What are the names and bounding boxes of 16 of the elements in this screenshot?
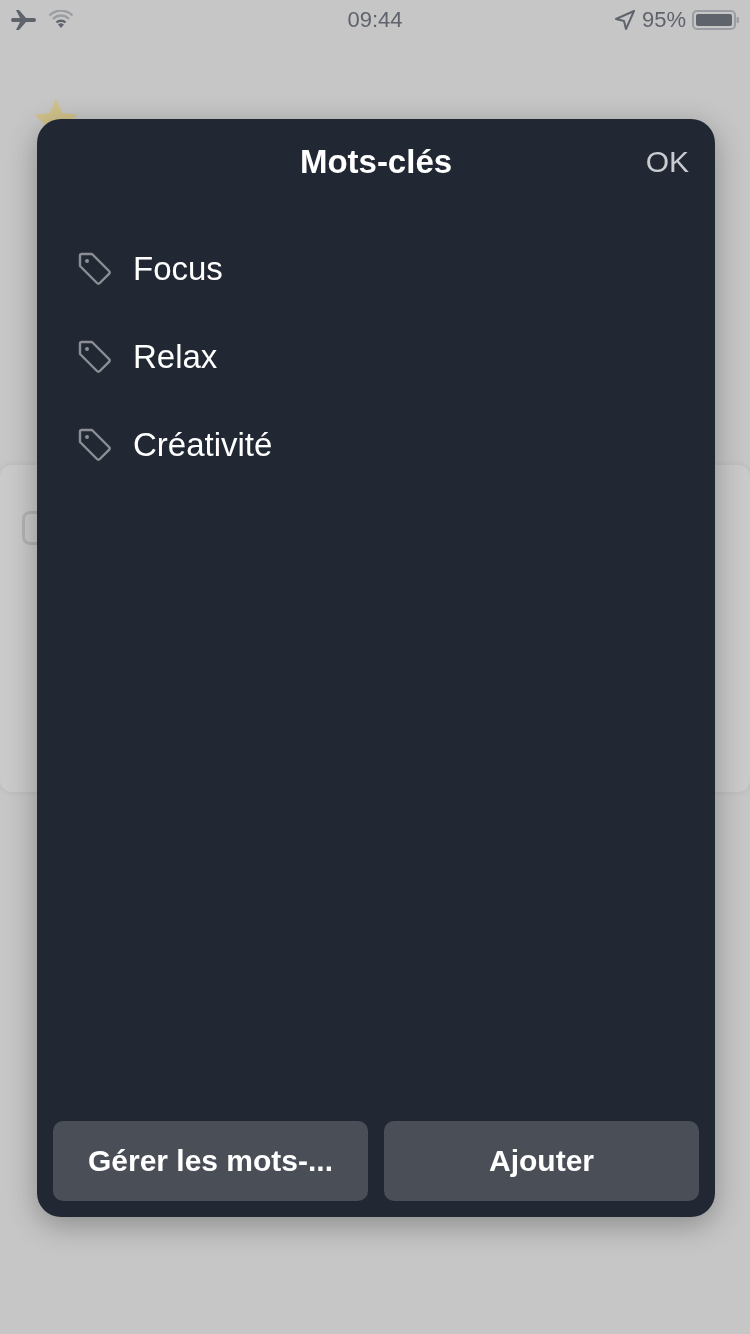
tag-label[interactable]: Créativité bbox=[133, 426, 273, 464]
sheet-button[interactable]: Gérer les mots-... bbox=[53, 1121, 368, 1201]
tag-icon bbox=[77, 339, 113, 375]
status-time: 09:44 bbox=[347, 7, 403, 33]
battery-percentage: 95% bbox=[641, 7, 686, 33]
airplane-icon bbox=[10, 9, 38, 31]
tag-icon bbox=[77, 251, 113, 287]
location-arrow-icon bbox=[613, 9, 636, 31]
tag-icon bbox=[77, 427, 113, 463]
wifi-icon bbox=[48, 10, 74, 30]
tag-label[interactable]: Focus bbox=[133, 250, 223, 288]
sheet-button[interactable]: Ajouter bbox=[384, 1121, 699, 1201]
ok-button[interactable]: OK bbox=[645, 145, 689, 179]
sheet-title: Mots-clés bbox=[299, 143, 453, 181]
battery-icon bbox=[692, 9, 740, 31]
tag-label[interactable]: Relax bbox=[133, 338, 218, 376]
